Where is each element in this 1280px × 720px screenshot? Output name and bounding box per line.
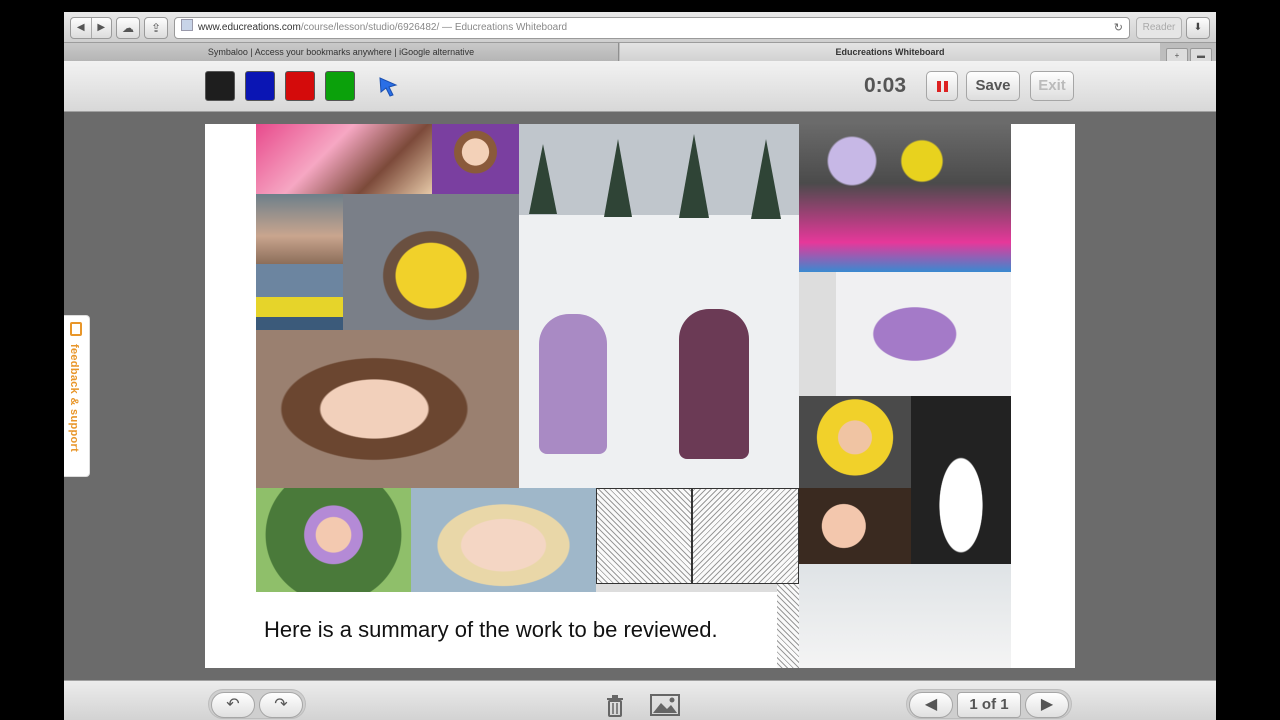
page-indicator[interactable]: 1 of 1 (957, 692, 1021, 718)
color-swatch-red[interactable] (285, 71, 315, 101)
favicon-icon (181, 19, 193, 31)
save-button[interactable]: Save (966, 71, 1020, 101)
photo (836, 272, 1011, 396)
whiteboard-canvas[interactable]: Here is a summary of the work to be revi… (205, 124, 1075, 668)
photo (256, 264, 343, 330)
downloads-icon[interactable]: ⬇ (1186, 17, 1210, 39)
pause-icon (937, 81, 941, 92)
color-swatch-black[interactable] (205, 71, 235, 101)
next-page-icon[interactable]: ▶ (1025, 692, 1069, 718)
child-figure (679, 309, 749, 459)
exit-button[interactable]: Exit (1030, 71, 1074, 101)
sketch-photo (777, 584, 799, 668)
address-bar-row: ◀ ▶ ☁ ⇪ www.educreations.com/course/less… (64, 12, 1216, 43)
tree (679, 134, 709, 218)
photo (256, 194, 343, 264)
pause-button[interactable] (926, 71, 958, 101)
tab-bar: Symbaloo | Access your bookmarks anywher… (64, 43, 1216, 63)
color-swatch-blue[interactable] (245, 71, 275, 101)
recording-timer: 0:03 (864, 74, 907, 97)
photo (256, 330, 519, 488)
sketch-photo (692, 488, 799, 584)
sketch-photo (596, 488, 692, 584)
photo (799, 564, 895, 668)
feedback-tab[interactable]: feedback & support (64, 315, 90, 477)
tree (751, 139, 781, 219)
redo-icon[interactable]: ↷ (259, 692, 303, 718)
trash-icon[interactable] (606, 695, 624, 717)
reload-icon[interactable]: ↻ (1114, 18, 1123, 38)
photo-collage (256, 124, 1011, 668)
photo (519, 124, 799, 488)
child-figure (539, 314, 607, 454)
forward-icon[interactable]: ▶ (90, 18, 112, 38)
whiteboard-toolbar: 0:03 Save Exit (64, 61, 1216, 112)
photo (343, 194, 519, 330)
photo (256, 488, 411, 592)
previous-page-icon[interactable]: ◀ (909, 692, 953, 718)
undo-icon[interactable]: ↶ (211, 692, 255, 718)
tab-tools: + ▬ (1164, 45, 1214, 63)
insert-image-icon[interactable] (650, 694, 680, 716)
color-swatch-green[interactable] (325, 71, 355, 101)
reader-button[interactable]: Reader (1136, 17, 1182, 39)
tab-educreations[interactable]: Educreations Whiteboard (620, 43, 1160, 61)
photo (256, 124, 432, 194)
pause-icon-bar (944, 81, 948, 92)
feedback-label: feedback & support (68, 344, 80, 453)
pointer-tool-icon[interactable] (378, 76, 398, 98)
photo (799, 124, 1011, 272)
back-icon[interactable]: ◀ (71, 18, 91, 38)
back-forward-group: ◀ ▶ (70, 17, 112, 39)
tree (529, 144, 557, 214)
photo (799, 396, 911, 488)
bottom-bar: ↶ ↷ ◀ 1 of 1 ▶ (64, 680, 1216, 720)
photo (799, 488, 911, 564)
url-path: /course/lesson/studio/6926482/ (300, 22, 440, 33)
url-host: www.educreations.com (198, 22, 301, 33)
url-field[interactable]: www.educreations.com/course/lesson/studi… (174, 17, 1130, 39)
icloud-icon[interactable]: ☁ (116, 17, 140, 39)
photo (432, 124, 519, 194)
undo-redo-group: ↶ ↷ (208, 689, 306, 719)
photo (911, 396, 1011, 564)
tab-symbaloo[interactable]: Symbaloo | Access your bookmarks anywher… (64, 43, 619, 61)
url-title: — Educreations Whiteboard (439, 22, 568, 33)
pager-group: ◀ 1 of 1 ▶ (906, 689, 1072, 719)
browser-window: ◀ ▶ ☁ ⇪ www.educreations.com/course/less… (64, 12, 1216, 720)
photo (895, 564, 1011, 668)
tree (604, 139, 632, 217)
slide-caption: Here is a summary of the work to be revi… (256, 592, 777, 668)
share-icon[interactable]: ⇪ (144, 17, 168, 39)
megaphone-icon (70, 322, 82, 336)
photo (411, 488, 596, 592)
